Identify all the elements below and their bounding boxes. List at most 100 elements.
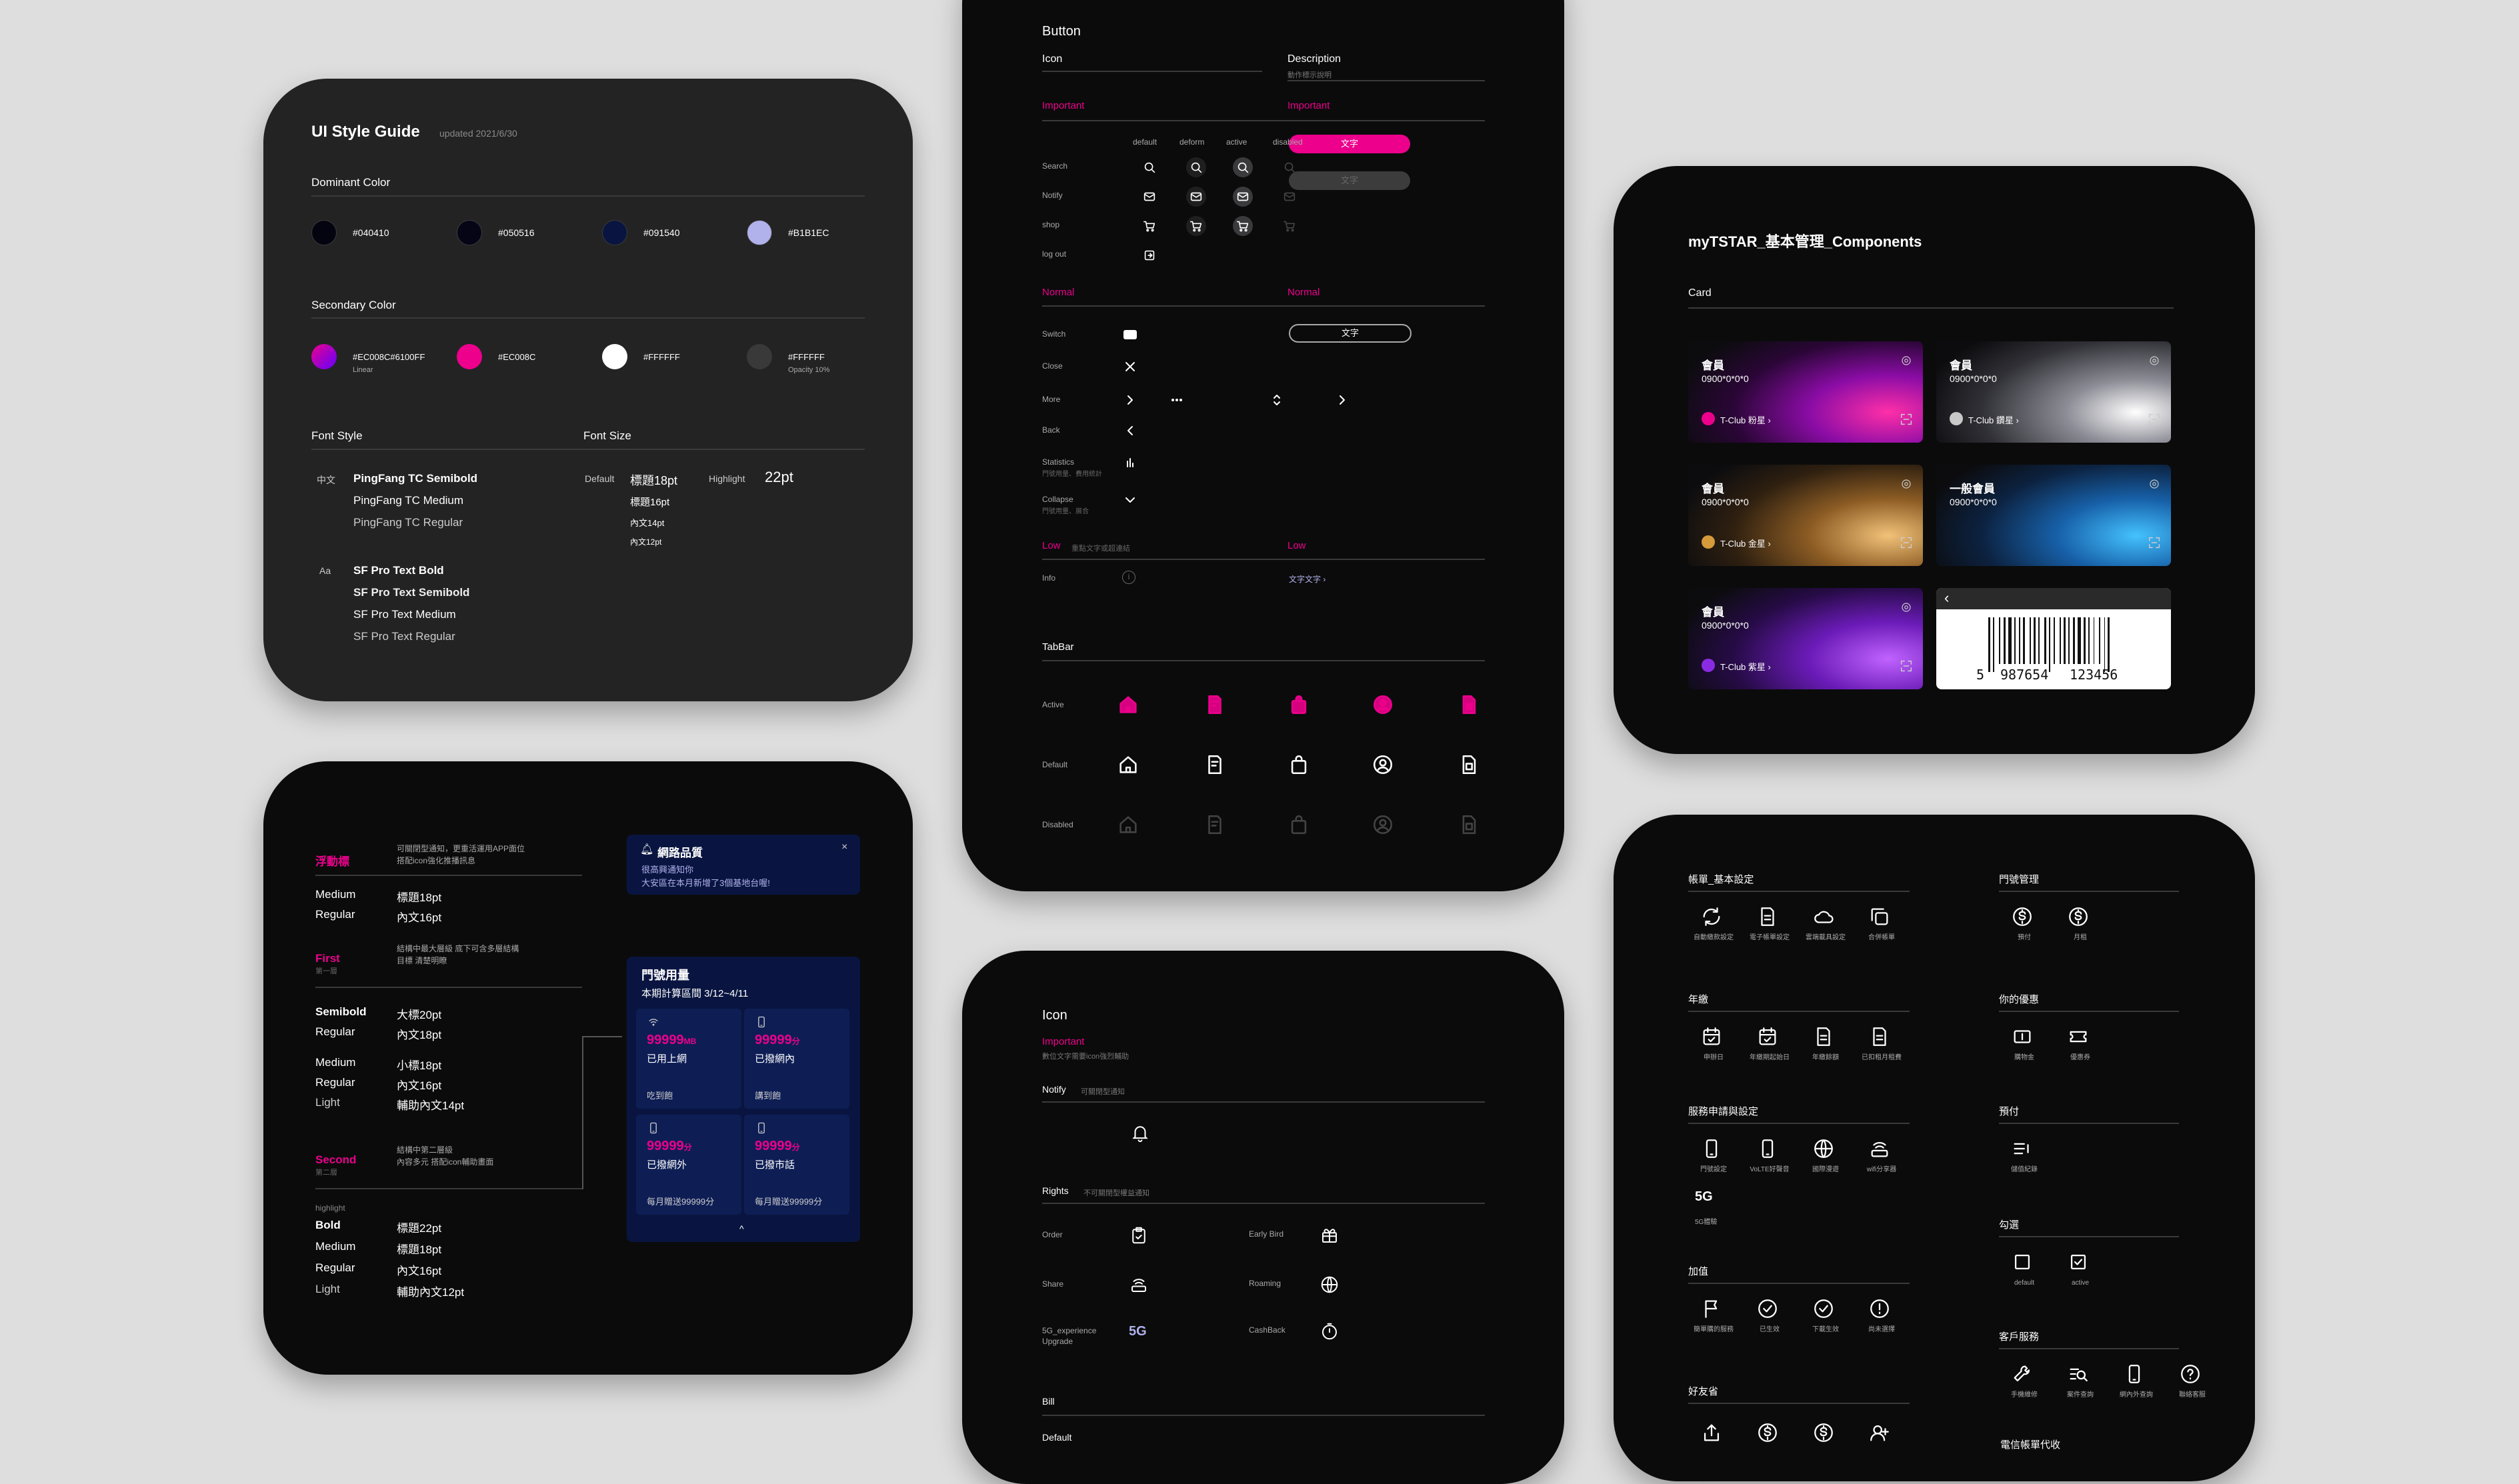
timer-icon[interactable] [1320,1321,1340,1341]
phone-icon[interactable] [2123,1363,2146,1385]
tab-user-icon[interactable] [1372,693,1394,716]
primary-button[interactable]: 文字 [1289,135,1410,153]
globe-icon[interactable] [1812,1137,1835,1160]
outline-button[interactable]: 文字 [1289,324,1412,343]
searchdoc-icon[interactable] [2067,1363,2090,1385]
tab-bill-icon[interactable] [1203,753,1226,776]
logout-icon[interactable] [1139,245,1159,265]
chevron-right-icon[interactable] [1334,392,1350,408]
barcode-card[interactable]: ‹ 5 987654 123456 [1936,588,2171,689]
money-icon[interactable] [2011,1025,2034,1048]
sort-icon[interactable] [1269,392,1285,408]
bell-icon[interactable] [1130,1123,1150,1143]
help-icon[interactable] [2179,1363,2202,1385]
tab-bill-icon[interactable] [1203,693,1226,716]
cart-icon[interactable] [1186,216,1206,236]
tab-home-icon[interactable] [1117,753,1139,776]
more-dots-icon[interactable] [1169,392,1185,408]
copy-icon[interactable] [1868,905,1891,928]
close-icon[interactable] [1122,359,1138,375]
collapse-caret-icon[interactable]: ^ [739,1223,744,1234]
doc-icon[interactable] [1756,905,1779,928]
tab-sim-icon[interactable] [1457,753,1480,776]
scan-icon[interactable] [2147,535,2162,550]
member-card[interactable]: 會員 0900*0*0*0 T-Club 金星 › [1688,465,1923,566]
cloud-icon[interactable] [1812,905,1835,928]
cart-icon[interactable] [1233,216,1253,236]
wrench-icon[interactable] [2011,1363,2034,1385]
member-card[interactable]: 會員 0900*0*0*0 T-Club 紫星 › [1688,588,1923,689]
gear-icon[interactable] [1900,355,1912,367]
member-card[interactable]: 一般會員 0900*0*0*0 [1936,465,2171,566]
globe-icon[interactable] [1320,1275,1340,1295]
member-tier[interactable]: T-Club 粉星 › [1720,413,1771,426]
mail-icon[interactable] [1186,187,1206,207]
cart-icon[interactable] [1139,216,1159,236]
mail-icon[interactable] [1233,187,1253,207]
switch-icon[interactable] [1123,330,1137,339]
search-icon[interactable] [1233,157,1253,177]
router-icon[interactable] [1868,1137,1891,1160]
member-tier[interactable]: T-Club 紫星 › [1720,660,1771,673]
scan-icon[interactable] [1899,535,1914,550]
flag-icon[interactable] [1700,1297,1723,1320]
cal-icon[interactable] [1700,1025,1723,1048]
search-icon[interactable] [1186,157,1206,177]
member-tier[interactable]: T-Club 鑽星 › [1968,413,2019,426]
list-icon[interactable] [2011,1137,2034,1160]
chev-icon[interactable] [1122,392,1138,408]
check-icon[interactable] [1756,1297,1779,1320]
boxcheck-icon[interactable] [2067,1251,2090,1273]
fiveg-icon[interactable]: 5G [1695,1189,1713,1205]
dollar-icon[interactable] [2011,905,2034,928]
gear-icon[interactable] [1900,478,1912,490]
alert-icon[interactable] [1868,1297,1891,1320]
gear-icon[interactable] [2148,355,2160,367]
member-card[interactable]: 會員 0900*0*0*0 T-Club 鑽星 › [1936,341,2171,443]
network-toast[interactable]: 🔔︎ 網路品質 × 很高興通知你 大安區在本月新增了3個基地台喔! [627,835,860,895]
box-icon[interactable] [2011,1251,2034,1273]
fiveg-icon[interactable]: 5G [1129,1324,1147,1339]
gear-icon[interactable] [1900,601,1912,613]
info-icon[interactable]: i [1122,571,1135,584]
gear-icon[interactable] [2148,478,2160,490]
down-icon[interactable] [1122,492,1138,508]
toast-close-icon[interactable]: × [841,841,847,853]
scan-icon[interactable] [1899,659,1914,673]
tab-user-icon[interactable] [1372,753,1394,776]
doc-icon[interactable] [1812,1025,1835,1048]
add-user-icon[interactable] [1868,1421,1891,1444]
low-link[interactable]: 文字文字 › [1289,573,1326,585]
dollar-icon[interactable] [1756,1421,1779,1444]
phone-icon[interactable] [1700,1137,1723,1160]
usage-tile[interactable]: 99999分 已撥網外 每月贈送99999分 [636,1115,741,1215]
tab-bag-icon[interactable] [1288,693,1310,716]
member-tier[interactable]: T-Club 金星 › [1720,537,1771,549]
back-icon[interactable]: ‹ [1944,589,1949,607]
scan-icon[interactable] [1899,412,1914,427]
tab-home-icon[interactable] [1117,693,1139,716]
share-icon[interactable] [1700,1421,1723,1444]
doc-icon[interactable] [1868,1025,1891,1048]
check-icon[interactable] [1812,1297,1835,1320]
mail-icon[interactable] [1139,187,1159,207]
back-icon[interactable] [1122,423,1138,439]
dollar-icon[interactable] [2067,905,2090,928]
phone-icon[interactable] [1756,1137,1779,1160]
search-icon[interactable] [1139,157,1159,177]
ticket-icon[interactable] [2067,1025,2090,1048]
usage-tile[interactable]: 99999分 已撥市話 每月贈送99999分 [744,1115,849,1215]
scan-icon[interactable] [2147,412,2162,427]
tab-sim-icon[interactable] [1457,693,1480,716]
router-icon[interactable] [1129,1275,1149,1295]
stats-icon[interactable] [1122,455,1138,471]
tab-bag-icon[interactable] [1288,753,1310,776]
dollar-icon[interactable] [1812,1421,1835,1444]
order-icon[interactable] [1129,1225,1149,1245]
member-card[interactable]: 會員 0900*0*0*0 T-Club 粉星 › [1688,341,1923,443]
usage-tile[interactable]: 99999MB 已用上網 吃到飽 [636,1009,741,1109]
refresh-icon[interactable] [1700,905,1723,928]
usage-tile[interactable]: 99999分 已撥網內 講到飽 [744,1009,849,1109]
cal-icon[interactable] [1756,1025,1779,1048]
gift-icon[interactable] [1320,1225,1340,1245]
